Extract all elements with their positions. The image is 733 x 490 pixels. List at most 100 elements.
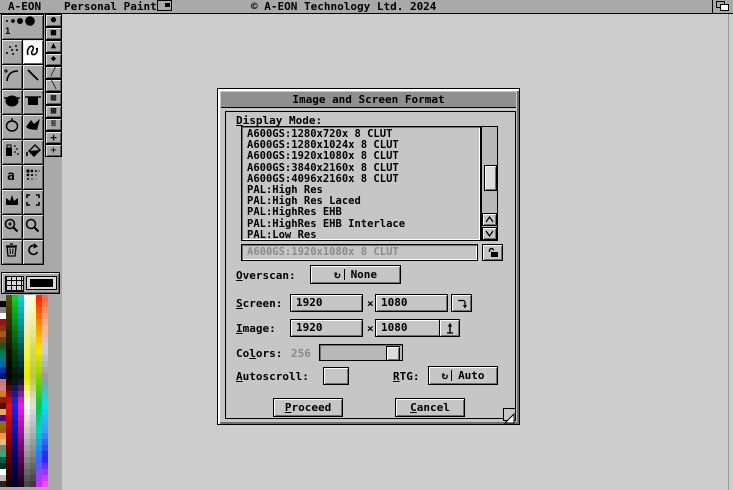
cancel-button[interactable]: Cancel (395, 398, 465, 417)
copy-screen-to-image-button[interactable] (451, 294, 472, 312)
tool-magnify-in-button[interactable] (1, 214, 23, 240)
proceed-button[interactable]: Proceed (273, 398, 343, 417)
tool-freehand-line-button[interactable] (22, 39, 44, 65)
display-mode-option[interactable]: PAL:Low Res (247, 230, 480, 241)
brush-thin-line-brush-button[interactable]: ╱ (45, 66, 62, 79)
triangle-brush-icon: ▲ (51, 42, 56, 51)
lines-pattern-brush-icon: ≡ (51, 120, 56, 129)
straight-line-icon (24, 67, 42, 87)
select-brush-icon (24, 192, 42, 212)
current-color-well[interactable] (26, 276, 57, 290)
colors-slider-thumb[interactable] (386, 346, 400, 361)
mode-lock-button[interactable] (482, 244, 503, 261)
tool-select-brush-button[interactable] (22, 189, 44, 215)
image-height-input[interactable]: 1080 (375, 319, 448, 337)
thin-line-brush-icon: ╱ (51, 68, 56, 77)
tool-dither-button[interactable] (22, 164, 44, 190)
cycle-icon: ↻ (441, 369, 448, 382)
tool-polygon-button[interactable] (22, 114, 44, 140)
brush-diamond-brush-button[interactable]: ◆ (45, 53, 62, 66)
circle-brush-icon: ● (51, 16, 56, 25)
copy-image-to-screen-button[interactable] (439, 319, 460, 337)
tool-dotted-freehand-button[interactable] (1, 39, 23, 65)
outline-ellipse-icon (3, 117, 21, 137)
brush-pick-icon (3, 192, 21, 212)
overscan-value: None (351, 268, 378, 281)
dialog-resize-gadget[interactable] (503, 408, 516, 421)
clear-icon (3, 242, 21, 262)
overscan-label: Overscan: (236, 269, 296, 282)
tool-curve-button[interactable] (1, 64, 23, 90)
brush-dense-dots-brush-button[interactable]: ▩ (45, 105, 62, 118)
arrow-elbow-down-icon (456, 297, 468, 309)
tool-undo-button[interactable] (22, 239, 44, 265)
dense-dots-brush-icon: ▩ (51, 107, 56, 116)
tool-brush-sizes-button[interactable]: 1 (1, 14, 44, 40)
polygon-icon (24, 117, 42, 137)
screen-titlebar[interactable]: A-EON Personal Paint © A-EON Technology … (0, 0, 733, 14)
display-mode-option[interactable]: PAL:HighRes EHB (247, 207, 480, 218)
arrow-up-icon (444, 322, 456, 334)
tool-airbrush-button[interactable] (1, 139, 23, 165)
scroll-up-button[interactable] (482, 213, 497, 226)
depth-icon (716, 1, 730, 12)
dialog-titlebar[interactable]: Image and Screen Format (221, 92, 516, 108)
color-palette (0, 295, 48, 487)
tool-filled-ellipse-button[interactable] (1, 89, 23, 115)
window-right-border (728, 14, 729, 490)
brush-thick-line-brush-button[interactable]: ╲ (45, 79, 62, 92)
lock-icon (487, 247, 499, 258)
tool-magnify-button[interactable] (22, 214, 44, 240)
tool-filled-rect-button[interactable] (22, 89, 44, 115)
rtg-cycle[interactable]: ↻ Auto (428, 366, 498, 385)
scroll-down-button[interactable] (482, 227, 497, 240)
brush-sparse-dots-brush-button[interactable]: ▦ (45, 92, 62, 105)
screen-label: Screen: (236, 297, 282, 310)
fill-icon (24, 142, 42, 162)
tool-brush-pick-button[interactable] (1, 189, 23, 215)
tool-text-button[interactable]: a (1, 164, 23, 190)
brush-circle-brush-button[interactable]: ● (45, 14, 62, 27)
thin-plus-brush-icon: + (50, 146, 56, 155)
titlebar-brand: A-EON (8, 0, 41, 13)
pattern-grid-icon (5, 276, 24, 292)
svg-text:1: 1 (5, 27, 10, 36)
app-window-icon (157, 0, 172, 11)
image-width-input[interactable]: 1920 (290, 319, 363, 337)
magnify-in-icon (3, 217, 21, 237)
filled-ellipse-icon (3, 92, 21, 112)
sparse-dots-brush-icon: ▦ (51, 94, 56, 103)
brush-thin-plus-brush-button[interactable]: + (45, 144, 62, 157)
display-mode-option[interactable]: A600GS:1920x1080x 8 CLUT (247, 151, 480, 162)
square-brush-icon: ■ (51, 29, 56, 38)
tool-outline-ellipse-button[interactable] (1, 114, 23, 140)
brush-square-brush-button[interactable]: ■ (45, 27, 62, 40)
brush-triangle-brush-button[interactable]: ▲ (45, 40, 62, 53)
selected-mode-field[interactable]: A600GS:1920x1080x 8 CLUT (241, 244, 478, 261)
screen-height-input[interactable]: 1080 (375, 294, 448, 312)
mode-list-scrollbar[interactable] (481, 126, 498, 241)
svg-text:a: a (7, 169, 15, 183)
paint-mode-indicator[interactable] (1, 272, 60, 294)
thick-line-brush-icon: ╲ (51, 81, 56, 90)
display-mode-list[interactable]: A600GS:1280x720x 8 CLUTA600GS:1280x1024x… (241, 126, 481, 241)
tool-fill-button[interactable] (22, 139, 44, 165)
palette-swatch[interactable] (42, 481, 48, 487)
dither-icon (24, 167, 42, 187)
tool-clear-button[interactable] (1, 239, 23, 265)
screen-depth-gadget[interactable] (712, 0, 733, 13)
scrollbar-thumb[interactable] (484, 165, 497, 191)
chevron-down-icon (485, 230, 494, 237)
autoscroll-checkbox[interactable] (323, 367, 349, 385)
screen-width-input[interactable]: 1920 (290, 294, 363, 312)
airbrush-icon (3, 142, 21, 162)
colors-slider[interactable] (319, 344, 403, 361)
brush-sizes-icon: 1 (3, 14, 43, 40)
overscan-cycle[interactable]: ↻ None (310, 265, 401, 284)
curve-icon (3, 67, 21, 87)
rtg-label: RTG: (393, 370, 420, 383)
titlebar-appname: Personal Paint (64, 0, 157, 13)
brush-lines-pattern-brush-button[interactable]: ≡ (45, 118, 62, 131)
brush-heavy-plus-brush-button[interactable]: + (45, 131, 62, 144)
tool-straight-line-button[interactable] (22, 64, 44, 90)
